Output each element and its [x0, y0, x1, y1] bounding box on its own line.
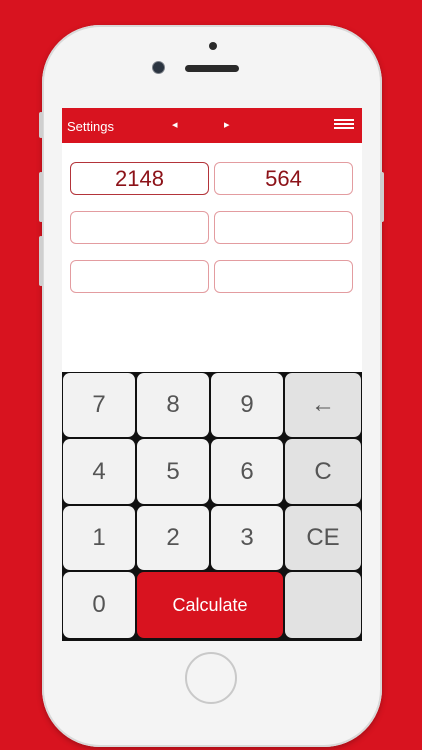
earpiece-speaker	[185, 65, 239, 72]
key-1[interactable]: 1	[63, 506, 135, 570]
hamburger-menu-icon[interactable]	[334, 119, 354, 130]
app-screen: Settings ◂ ▸ 2148 564 7 8 9 ← 4 5 6 C 1 …	[62, 108, 362, 641]
blank-key	[285, 572, 361, 638]
next-arrow-icon[interactable]: ▸	[224, 118, 230, 131]
clear-entry-key[interactable]: CE	[285, 506, 361, 570]
key-5[interactable]: 5	[137, 439, 209, 504]
key-2[interactable]: 2	[137, 506, 209, 570]
mute-switch	[39, 112, 43, 138]
home-button[interactable]	[185, 652, 237, 704]
input-field-3[interactable]	[70, 211, 209, 244]
key-0[interactable]: 0	[63, 572, 135, 638]
key-7[interactable]: 7	[63, 373, 135, 437]
key-9[interactable]: 9	[211, 373, 283, 437]
keypad: 7 8 9 ← 4 5 6 C 1 2 3 CE 0 Calculate	[62, 372, 362, 641]
input-field-4[interactable]	[214, 211, 353, 244]
input-field-5[interactable]	[70, 260, 209, 293]
input-field-6[interactable]	[214, 260, 353, 293]
power-button	[380, 172, 384, 222]
volume-down-button	[39, 236, 43, 286]
previous-arrow-icon[interactable]: ◂	[172, 118, 178, 131]
key-4[interactable]: 4	[63, 439, 135, 504]
clear-key[interactable]: C	[285, 439, 361, 504]
front-camera	[152, 61, 165, 74]
backspace-key[interactable]: ←	[285, 373, 361, 437]
top-toolbar: Settings ◂ ▸	[62, 108, 362, 143]
calculate-button[interactable]: Calculate	[137, 572, 283, 638]
settings-button[interactable]: Settings	[67, 119, 114, 134]
front-sensor	[209, 42, 217, 50]
key-8[interactable]: 8	[137, 373, 209, 437]
input-field-2[interactable]: 564	[214, 162, 353, 195]
key-3[interactable]: 3	[211, 506, 283, 570]
volume-up-button	[39, 172, 43, 222]
input-field-1[interactable]: 2148	[70, 162, 209, 195]
key-6[interactable]: 6	[211, 439, 283, 504]
